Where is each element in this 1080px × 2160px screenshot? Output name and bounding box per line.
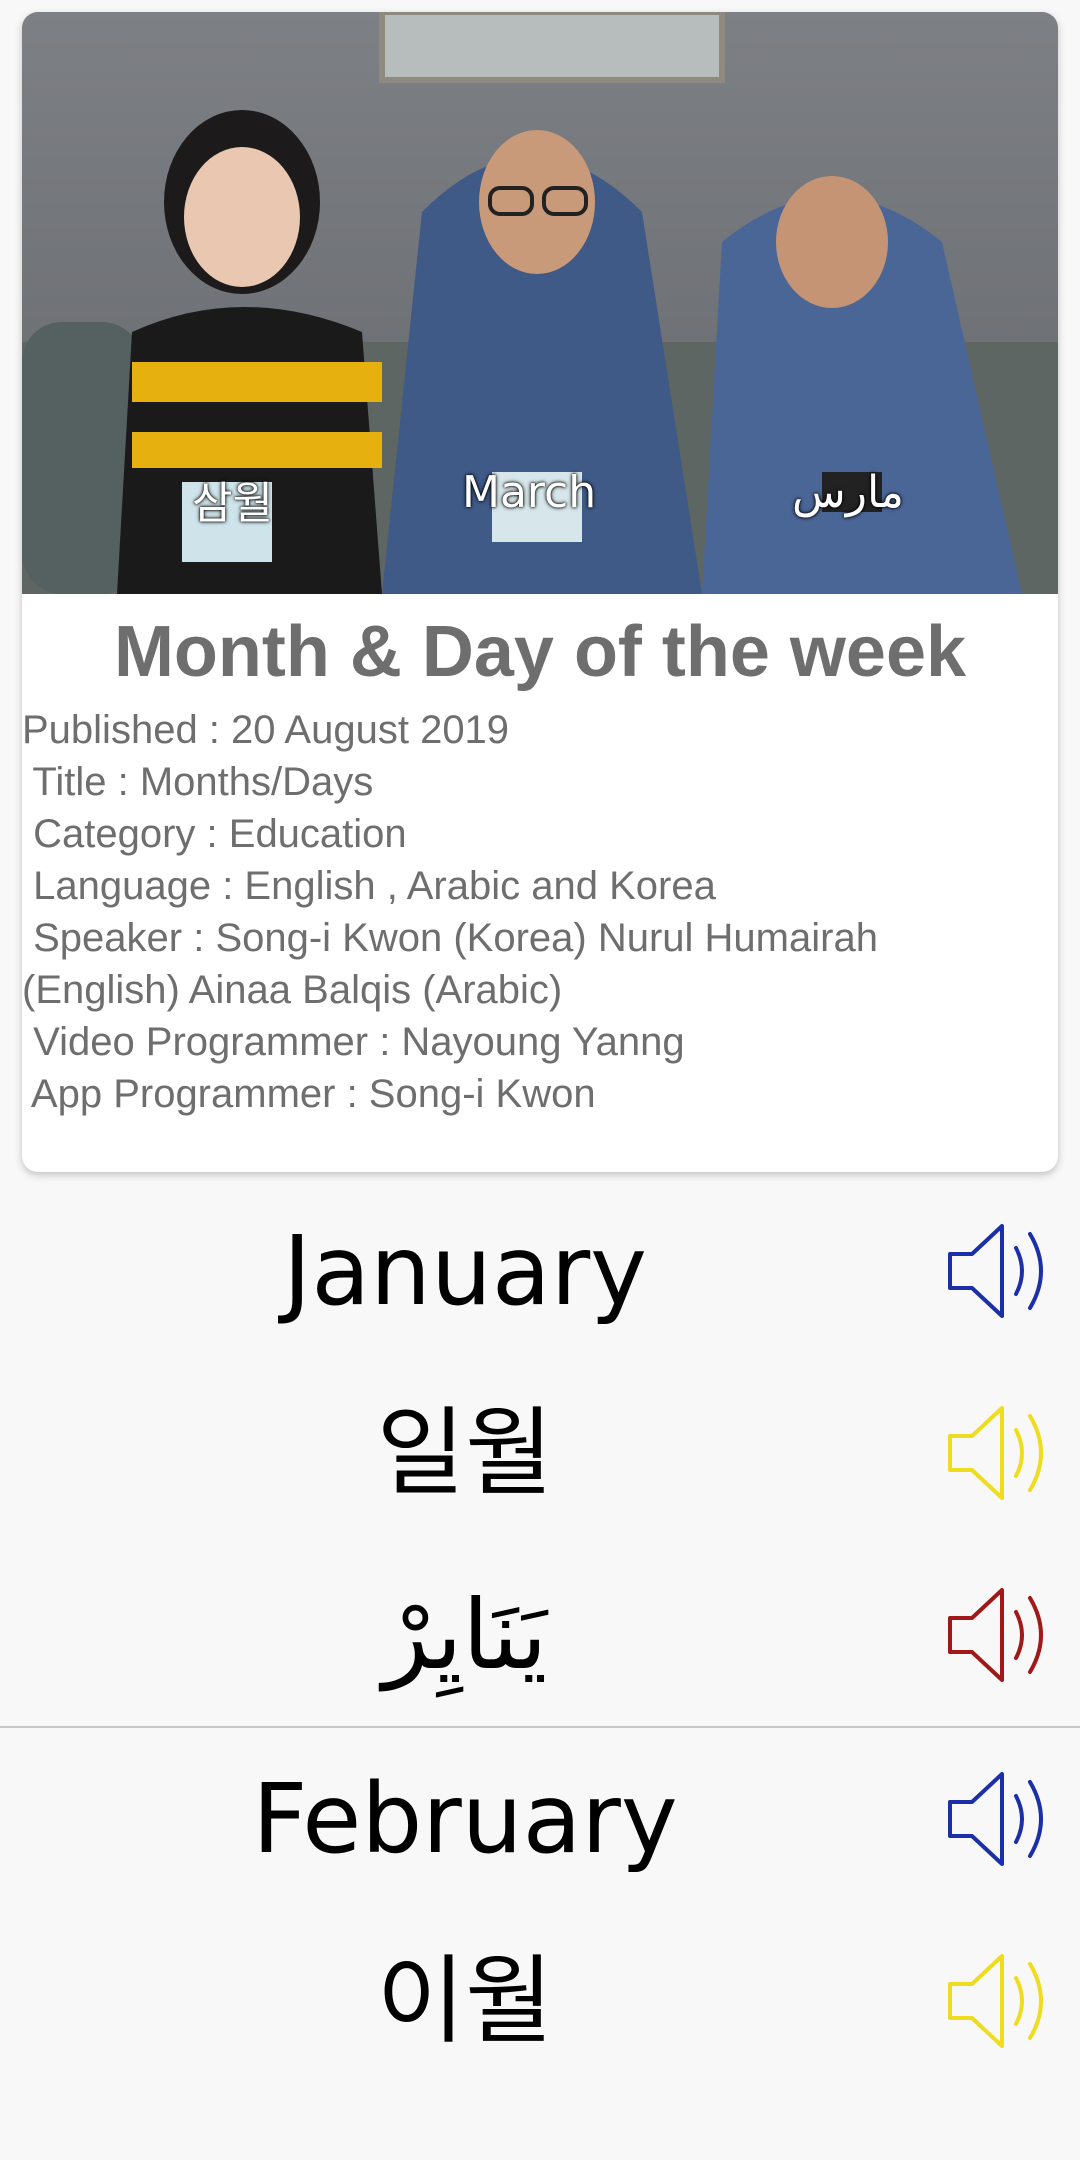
word-korean: 일월	[376, 1397, 554, 1509]
info-title: Title : Months/Days	[22, 760, 374, 804]
word-row-january-english: January	[0, 1180, 1080, 1362]
info-speaker: Speaker : Song-i Kwon (Korea) Nurul Huma…	[22, 916, 878, 960]
speaker-icon[interactable]	[946, 1400, 1058, 1506]
video-subtitle-korean: 삼월	[192, 478, 273, 529]
page-title: Month & Day of the week	[113, 612, 967, 692]
info-language: Language : English , Arabic and Korea	[22, 864, 716, 908]
info-speaker-continued: (English) Ainaa Balqis (Arabic)	[22, 968, 563, 1012]
word-english: February	[252, 1763, 678, 1875]
info-app-programmer: App Programmer : Song-i Kwon	[22, 1072, 596, 1116]
word-korean: 이월	[376, 1945, 554, 2057]
word-arabic: يَنَايِرْ	[382, 1579, 548, 1691]
word-row-february-english: February	[0, 1728, 1080, 1910]
speaker-icon[interactable]	[946, 1582, 1058, 1688]
word-row-january-korean: 일월	[0, 1362, 1080, 1544]
video-info: Published : 20 August 2019 Title : Month…	[22, 704, 1058, 1120]
speaker-icon[interactable]	[946, 1948, 1058, 2054]
video-subtitle-arabic: مارس	[792, 467, 904, 518]
screen: 삼월 March مارس Month & Day of the week Pu…	[0, 0, 1080, 2160]
video-info-card: 삼월 March مارس Month & Day of the week Pu…	[22, 12, 1058, 1172]
speaker-icon[interactable]	[946, 1766, 1058, 1872]
video-subtitle-english: March	[462, 467, 597, 518]
word-english: January	[283, 1215, 647, 1327]
word-row-february-korean: 이월	[0, 1910, 1080, 2092]
info-published: Published : 20 August 2019	[22, 708, 510, 752]
info-video-programmer: Video Programmer : Nayoung Yanng	[22, 1020, 685, 1064]
speaker-icon[interactable]	[946, 1218, 1058, 1324]
info-category: Category : Education	[22, 812, 407, 856]
video-thumbnail[interactable]: 삼월 March مارس	[22, 12, 1058, 594]
word-row-january-arabic: يَنَايِرْ	[0, 1544, 1080, 1726]
month-list: January 일월 يَنَايِرْ February 이월	[0, 1180, 1080, 2092]
